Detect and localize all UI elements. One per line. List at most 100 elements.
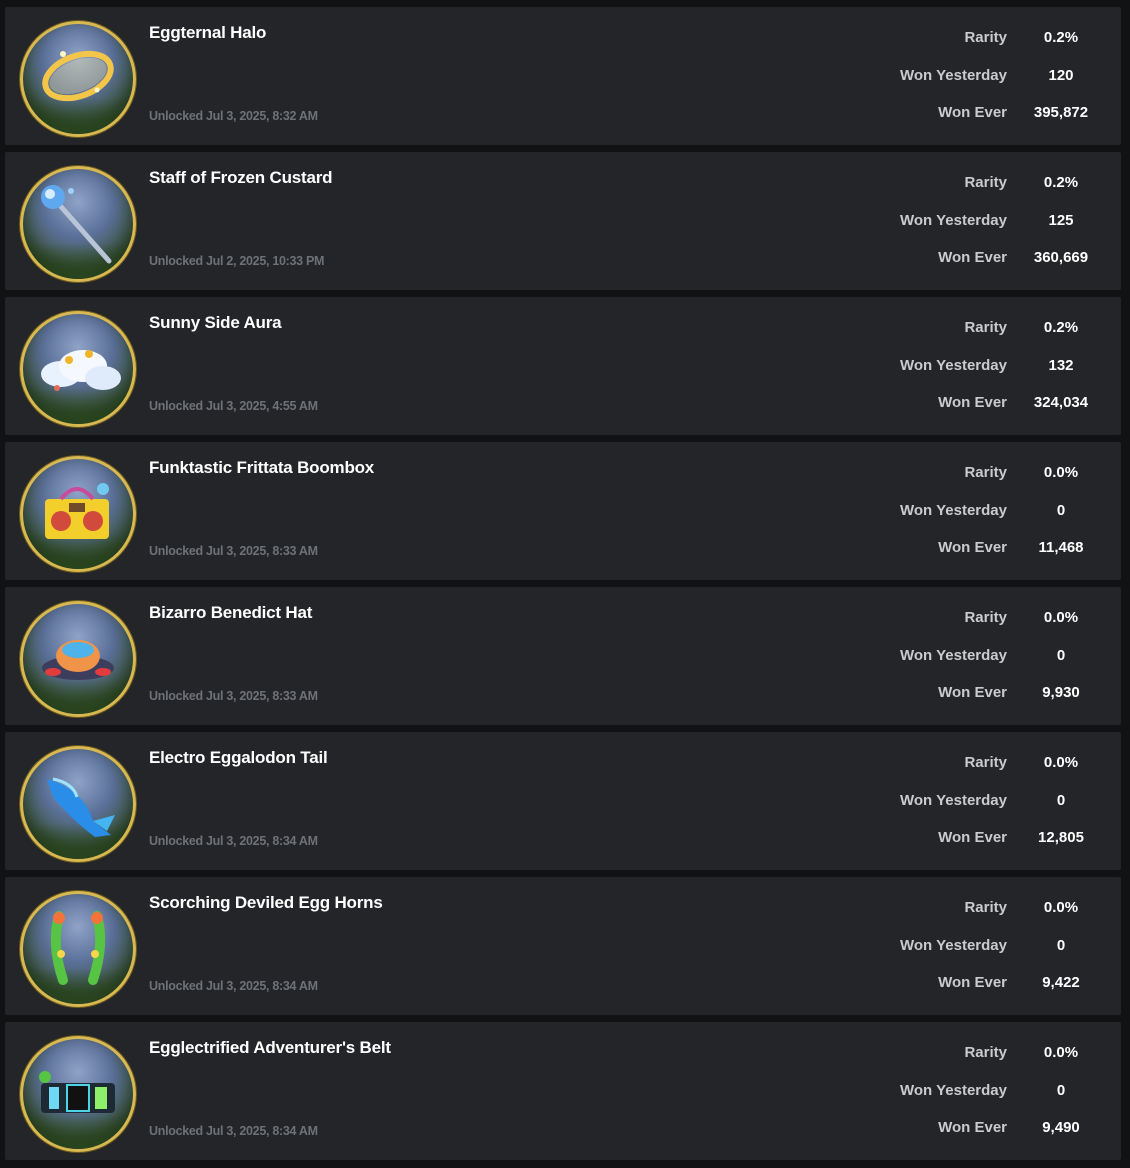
badge-card[interactable]: Funktastic Frittata Boombox Unlocked Jul… [5,442,1121,580]
cloud-aura-icon [41,350,121,391]
badge-image [20,601,136,717]
stat-won-ever-label: Won Ever [938,974,1007,991]
stat-won-yesterday-label: Won Yesterday [900,1081,1007,1099]
stat-rarity-label: Rarity [964,1044,1007,1061]
stat-won-yesterday-label: Won Yesterday [900,936,1007,954]
badge-image [20,21,136,137]
stat-won-yesterday-value: 0 [1056,501,1066,519]
badge-stats: Rarity 0.2% Won Yesterday 132 Won Ever 3… [861,317,1121,430]
badge-unlocked-date: Unlocked Jul 3, 2025, 8:32 AM [149,109,318,123]
badge-image [20,166,136,282]
stat-won-yesterday: Won Yesterday 0 [861,790,1121,828]
stat-won-yesterday-value: 0 [1056,1081,1066,1099]
badge-unlocked-date: Unlocked Jul 3, 2025, 8:33 AM [149,689,318,703]
stat-won-yesterday: Won Yesterday 0 [861,645,1121,683]
stat-won-yesterday: Won Yesterday 0 [861,500,1121,538]
stat-rarity: Rarity 0.2% [861,27,1121,65]
badge-card[interactable]: Sunny Side Aura Unlocked Jul 3, 2025, 4:… [5,297,1121,435]
stat-won-ever-label: Won Ever [938,539,1007,556]
stat-rarity: Rarity 0.2% [861,172,1121,210]
stat-won-ever: Won Ever 9,930 [861,682,1121,720]
stat-won-ever: Won Ever 11,468 [861,537,1121,575]
badge-unlocked-date: Unlocked Jul 3, 2025, 8:33 AM [149,544,318,558]
stat-rarity-value: 0.0% [1043,754,1079,771]
stat-won-ever-value: 9,422 [1042,974,1080,991]
stat-rarity-value: 0.0% [1043,609,1079,626]
badge-name[interactable]: Sunny Side Aura [149,313,282,333]
badge-name[interactable]: Staff of Frozen Custard [149,168,333,188]
stat-won-ever-label: Won Ever [938,1119,1007,1136]
stat-rarity-label: Rarity [964,899,1007,916]
stat-won-ever-label: Won Ever [938,249,1007,266]
stat-rarity: Rarity 0.0% [861,897,1121,935]
stat-rarity-label: Rarity [964,754,1007,771]
badge-stats: Rarity 0.0% Won Yesterday 0 Won Ever 9,9… [861,607,1121,720]
stat-won-ever: Won Ever 12,805 [861,827,1121,865]
golden-halo-icon [42,50,114,102]
stat-won-yesterday-value: 132 [1048,356,1074,374]
badge-card[interactable]: Bizarro Benedict Hat Unlocked Jul 3, 202… [5,587,1121,725]
badge-card[interactable]: Eggternal Halo Unlocked Jul 3, 2025, 8:3… [5,7,1121,145]
stat-won-ever-label: Won Ever [938,104,1007,121]
stat-won-yesterday: Won Yesterday 120 [861,65,1121,103]
badge-image [20,456,136,572]
stat-won-yesterday-label: Won Yesterday [900,356,1007,374]
stat-won-ever: Won Ever 9,490 [861,1117,1121,1155]
stat-rarity-value: 0.0% [1043,899,1079,916]
badge-name[interactable]: Bizarro Benedict Hat [149,603,312,623]
badge-image [20,1036,136,1152]
badge-unlocked-date: Unlocked Jul 3, 2025, 8:34 AM [149,1124,318,1138]
badge-stats: Rarity 0.0% Won Yesterday 0 Won Ever 11,… [861,462,1121,575]
stat-won-yesterday-value: 0 [1056,646,1066,664]
badge-unlocked-date: Unlocked Jul 3, 2025, 8:34 AM [149,834,318,848]
stat-rarity: Rarity 0.0% [861,752,1121,790]
badge-unlocked-date: Unlocked Jul 3, 2025, 8:34 AM [149,979,318,993]
stat-won-ever-value: 9,490 [1042,1119,1080,1136]
stat-won-yesterday-label: Won Yesterday [900,791,1007,809]
badge-image [20,891,136,1007]
stat-rarity-value: 0.2% [1043,29,1079,46]
stat-won-ever-value: 324,034 [1033,394,1089,411]
stat-won-yesterday-value: 0 [1056,791,1066,809]
badge-stats: Rarity 0.2% Won Yesterday 120 Won Ever 3… [861,27,1121,140]
stat-won-ever-label: Won Ever [938,394,1007,411]
badge-name[interactable]: Scorching Deviled Egg Horns [149,893,383,913]
badge-name[interactable]: Eggternal Halo [149,23,266,43]
stat-rarity-label: Rarity [964,174,1007,191]
stat-won-yesterday-value: 120 [1048,66,1074,84]
badge-name[interactable]: Egglectrified Adventurer's Belt [149,1038,391,1058]
stat-won-ever-value: 11,468 [1038,539,1084,556]
badge-name[interactable]: Electro Eggalodon Tail [149,748,328,768]
ice-staff-icon [41,185,112,264]
stat-rarity: Rarity 0.0% [861,462,1121,500]
stat-won-yesterday-value: 0 [1056,936,1066,954]
stat-won-ever-value: 395,872 [1033,104,1089,121]
stat-won-yesterday-label: Won Yesterday [900,501,1007,519]
stat-won-ever-label: Won Ever [938,829,1007,846]
stat-rarity-value: 0.0% [1043,464,1079,481]
stat-rarity: Rarity 0.0% [861,607,1121,645]
badge-image [20,311,136,427]
badge-stats: Rarity 0.0% Won Yesterday 0 Won Ever 12,… [861,752,1121,865]
stat-rarity: Rarity 0.0% [861,1042,1121,1080]
stat-won-yesterday: Won Yesterday 125 [861,210,1121,248]
stat-rarity-label: Rarity [964,464,1007,481]
stat-rarity-value: 0.2% [1043,319,1079,336]
badge-stats: Rarity 0.0% Won Yesterday 0 Won Ever 9,4… [861,1042,1121,1155]
stat-rarity-value: 0.0% [1043,1044,1079,1061]
stat-won-ever-value: 12,805 [1038,829,1084,846]
stat-won-yesterday-value: 125 [1048,211,1074,229]
badge-image [20,746,136,862]
stat-won-yesterday: Won Yesterday 132 [861,355,1121,393]
badge-unlocked-date: Unlocked Jul 3, 2025, 4:55 AM [149,399,318,413]
stat-won-ever-label: Won Ever [938,684,1007,701]
badge-card[interactable]: Staff of Frozen Custard Unlocked Jul 2, … [5,152,1121,290]
badge-name[interactable]: Funktastic Frittata Boombox [149,458,374,478]
badge-card[interactable]: Scorching Deviled Egg Horns Unlocked Jul… [5,877,1121,1015]
stat-won-yesterday: Won Yesterday 0 [861,1080,1121,1118]
badge-card[interactable]: Electro Eggalodon Tail Unlocked Jul 3, 2… [5,732,1121,870]
badge-card[interactable]: Egglectrified Adventurer's Belt Unlocked… [5,1022,1121,1160]
horns-icon [50,911,106,985]
stat-rarity-label: Rarity [964,29,1007,46]
boombox-icon [45,483,109,539]
